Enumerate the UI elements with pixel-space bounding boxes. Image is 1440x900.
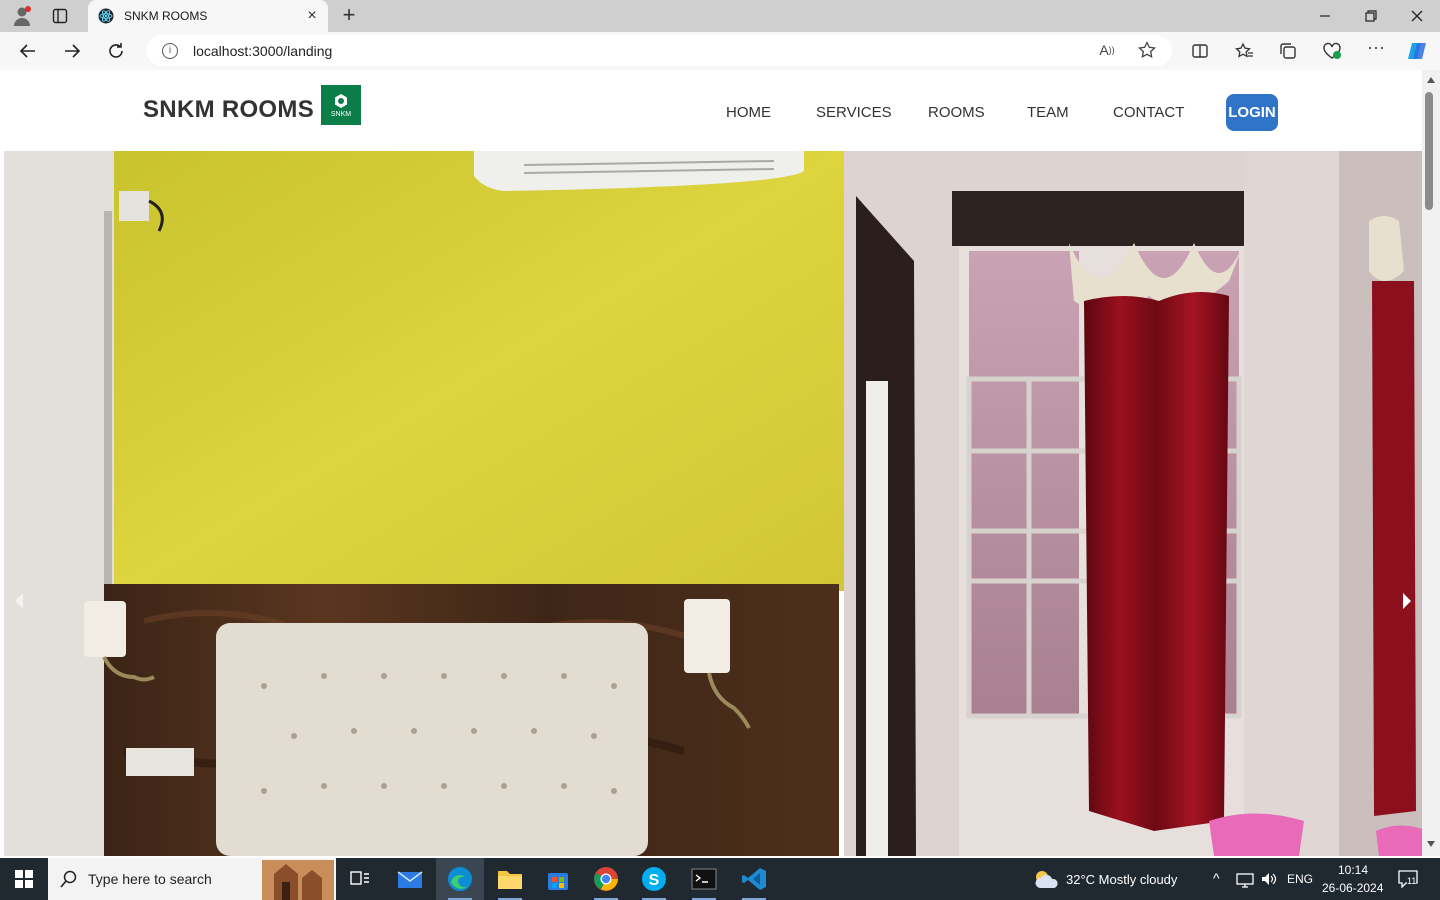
minimize-icon[interactable]: [1302, 0, 1348, 32]
nav-contact[interactable]: CONTACT: [1113, 104, 1184, 121]
chrome-icon[interactable]: [582, 858, 630, 900]
svg-text:S: S: [649, 872, 660, 889]
nav-home[interactable]: HOME: [726, 104, 771, 121]
logo-text: SNKM: [330, 110, 352, 118]
brand-name[interactable]: SNKM ROOMS: [143, 96, 314, 124]
edge-icon[interactable]: [436, 858, 484, 900]
scrollbar-thumb[interactable]: [1425, 92, 1433, 210]
carousel-prev-icon[interactable]: [12, 592, 26, 610]
forward-icon[interactable]: [59, 39, 85, 63]
file-explorer-icon[interactable]: [486, 858, 534, 900]
refresh-icon[interactable]: [103, 39, 129, 63]
task-view-icon[interactable]: [336, 858, 384, 900]
address-field[interactable]: i localhost:3000/landing A)): [146, 35, 1172, 66]
site-navbar: SNKM ROOMS SNKM HOME SERVICES ROOMS TEAM…: [4, 70, 1422, 151]
login-button[interactable]: LOGIN: [1226, 94, 1278, 131]
notification-count: 11: [1407, 876, 1417, 886]
brand-logo: SNKM: [321, 85, 361, 125]
taskbar-search-box[interactable]: Type here to search: [48, 858, 336, 900]
page-scrollbar[interactable]: [1422, 70, 1440, 856]
split-screen-icon[interactable]: [1189, 40, 1211, 62]
site-info-icon[interactable]: i: [162, 42, 178, 59]
restore-icon[interactable]: [1348, 0, 1394, 32]
nav-team[interactable]: TEAM: [1027, 104, 1069, 121]
profile-icon[interactable]: [8, 4, 36, 28]
network-icon[interactable]: [1236, 872, 1254, 888]
browser-essentials-icon[interactable]: [1321, 40, 1343, 62]
nav-services[interactable]: SERVICES: [816, 104, 892, 121]
logo-mark-icon: [335, 93, 347, 108]
search-highlight-icon: [262, 860, 334, 900]
browser-tab[interactable]: SNKM ROOMS ×: [88, 0, 328, 32]
scroll-down-icon[interactable]: [1426, 840, 1436, 848]
skype-icon[interactable]: S: [630, 858, 678, 900]
terminal-icon[interactable]: [680, 858, 728, 900]
favorite-star-icon[interactable]: [1136, 39, 1158, 61]
store-icon[interactable]: [534, 858, 582, 900]
carousel-next-icon[interactable]: [1400, 592, 1414, 610]
browser-toolbar: i localhost:3000/landing A)) ···: [0, 32, 1440, 70]
browser-titlebar: SNKM ROOMS × +: [0, 0, 1440, 32]
windows-start-icon[interactable]: [0, 858, 48, 900]
new-tab-icon[interactable]: +: [336, 3, 362, 29]
vscode-icon[interactable]: [730, 858, 778, 900]
url-text: localhost:3000/landing: [193, 42, 333, 59]
clock-time[interactable]: 10:14: [1338, 863, 1368, 877]
notification-center-icon[interactable]: 11: [1398, 870, 1420, 890]
language-indicator[interactable]: ENG: [1287, 872, 1313, 886]
hotel-room-image: [4, 151, 1422, 856]
read-aloud-icon[interactable]: A)): [1096, 39, 1118, 61]
search-placeholder: Type here to search: [88, 871, 212, 887]
favorites-icon[interactable]: [1233, 40, 1255, 62]
close-window-icon[interactable]: [1394, 0, 1440, 32]
search-icon: [60, 870, 77, 888]
weather-cloud-icon[interactable]: [1032, 868, 1060, 890]
show-hidden-icons-icon[interactable]: ^: [1213, 870, 1220, 886]
more-menu-icon[interactable]: ···: [1365, 36, 1387, 58]
hero-carousel: [4, 151, 1422, 856]
volume-icon[interactable]: [1260, 871, 1278, 887]
tab-actions-icon[interactable]: [46, 4, 74, 28]
close-tab-icon[interactable]: ×: [304, 8, 320, 24]
windows-taskbar: Type here to search S 32°C Mostly cloudy…: [0, 858, 1440, 900]
back-icon[interactable]: [15, 39, 41, 63]
scroll-up-icon[interactable]: [1426, 76, 1436, 84]
tab-title: SNKM ROOMS: [124, 9, 208, 23]
copilot-icon[interactable]: [1406, 40, 1428, 62]
nav-rooms[interactable]: ROOMS: [928, 104, 985, 121]
page-viewport: SNKM ROOMS SNKM HOME SERVICES ROOMS TEAM…: [4, 70, 1422, 856]
mail-icon[interactable]: [386, 858, 434, 900]
weather-text[interactable]: 32°C Mostly cloudy: [1066, 872, 1177, 887]
collections-icon[interactable]: [1277, 40, 1299, 62]
react-icon: [98, 8, 114, 24]
clock-date[interactable]: 26-06-2024: [1322, 881, 1383, 895]
